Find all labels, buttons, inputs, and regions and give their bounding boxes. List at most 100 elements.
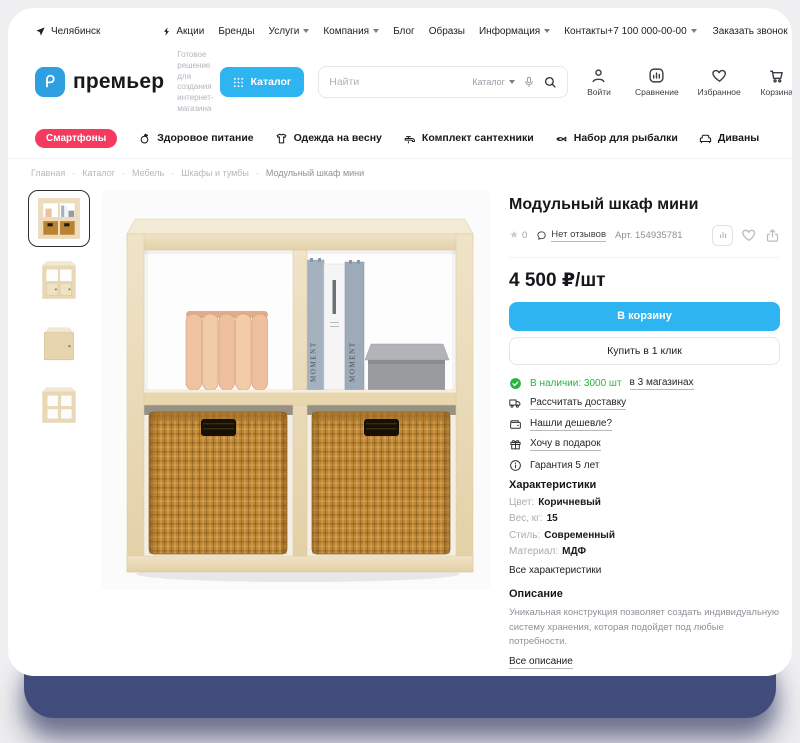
faucet-icon [403, 132, 416, 145]
grid-icon [233, 77, 244, 88]
all-specs-link[interactable]: Все характеристики [509, 565, 601, 576]
delivery-link[interactable]: Рассчитать доставку [530, 397, 626, 410]
availability-row: В наличии: 3000 шт в 3 магазинах [509, 377, 780, 390]
breadcrumb: Главная · Каталог · Мебель · Шкафы и тум… [8, 159, 792, 186]
product-section: MOMENT MOMENT [8, 186, 792, 676]
category-pill-smartphones[interactable]: Смартфоны [35, 129, 117, 148]
wicker-basket-right [312, 412, 450, 554]
rating: 0 [509, 230, 527, 241]
star-icon [509, 230, 519, 240]
spec-row-color: Цвет:Коричневый [509, 497, 780, 508]
product-price: 4 500 ₽/шт [509, 269, 780, 292]
breadcrumb-current: Модульный шкаф мини [266, 168, 364, 178]
product-info-list: В наличии: 3000 шт в 3 магазинах Рассчит… [509, 377, 780, 472]
nav-item-looks[interactable]: Образы [429, 26, 465, 37]
logo[interactable]: премьер [35, 67, 164, 97]
cart-button[interactable]: Корзина [760, 67, 792, 97]
book-spine-text: MOMENT [310, 341, 318, 382]
specs-title: Характеристики [509, 479, 780, 491]
nav-item-promos[interactable]: Акции [162, 26, 204, 37]
buy-one-click-button[interactable]: Купить в 1 клик [509, 337, 780, 365]
nav-item-company[interactable]: Компания [323, 26, 379, 37]
search-icon[interactable] [543, 75, 557, 89]
description-title: Описание [509, 588, 780, 600]
add-to-cart-button[interactable]: В корзину [509, 302, 780, 331]
ribbed-box [186, 311, 268, 390]
callback-link[interactable]: Заказать звонок [713, 26, 788, 37]
heart-icon[interactable] [741, 227, 757, 243]
catalog-button[interactable]: Каталог [220, 67, 305, 97]
breadcrumb-cabinets[interactable]: Шкафы и тумбы [181, 168, 249, 178]
nav-item-info[interactable]: Информация [479, 26, 550, 37]
product-sku: Арт. 154935781 [615, 230, 683, 241]
shelf-illustration: MOMENT MOMENT [101, 190, 491, 590]
heart-icon [711, 67, 728, 84]
logo-text: премьер [73, 70, 164, 94]
reviews-link[interactable]: Нет отзывов [536, 229, 606, 242]
thumbnail-1[interactable] [28, 190, 90, 247]
breadcrumb-home[interactable]: Главная [31, 168, 65, 178]
category-row: Смартфоны Здоровое питание Одежда на вес… [8, 121, 792, 159]
location-icon [35, 26, 46, 37]
site-card: Челябинск Акции Бренды Услуги Компания Б… [8, 8, 792, 676]
favorites-button[interactable]: Избранное [698, 67, 741, 97]
thumbnail-2[interactable] [28, 252, 90, 309]
gift-icon [509, 438, 522, 451]
book-spine-text: MOMENT [349, 341, 357, 382]
product-title: Модульный шкаф мини [509, 196, 780, 214]
lightning-icon [162, 26, 172, 37]
page: Челябинск Акции Бренды Услуги Компания Б… [0, 0, 800, 743]
header-tagline: Готовое решение для создания интернет-ма… [177, 50, 213, 115]
found-cheaper-link[interactable]: Нашли дешевле? [530, 418, 612, 431]
search-bar: Каталог [318, 66, 568, 98]
stock-status: В наличии: 3000 шт [530, 378, 622, 389]
sofa-icon [699, 132, 712, 145]
header-actions: Войти Сравнение Из [582, 67, 792, 97]
chevron-down-icon [691, 29, 697, 33]
wicker-basket-left [149, 412, 287, 554]
share-icon[interactable] [765, 228, 780, 243]
nav-item-contacts[interactable]: Контакты [564, 26, 607, 37]
cart-icon [768, 67, 785, 84]
logo-icon [35, 67, 65, 97]
all-description-link[interactable]: Все описание [509, 656, 573, 669]
info-circle-icon [509, 459, 522, 472]
chat-bubble-icon [536, 230, 547, 241]
check-circle-icon [509, 377, 522, 390]
chevron-down-icon [544, 29, 550, 33]
phone-number[interactable]: +7 100 000-00-00 [607, 26, 696, 37]
login-button[interactable]: Войти [582, 67, 616, 97]
thumbnail-3[interactable] [28, 314, 90, 371]
tshirt-icon [275, 132, 288, 145]
breadcrumb-catalog[interactable]: Каталог [82, 168, 115, 178]
fish-icon [555, 132, 568, 145]
product-image[interactable]: MOMENT MOMENT [101, 190, 491, 590]
category-spring-clothes[interactable]: Одежда на весну [275, 132, 382, 145]
warranty-row: Гарантия 5 лет [509, 459, 780, 472]
breadcrumb-furniture[interactable]: Мебель [132, 168, 164, 178]
category-plumbing-kit[interactable]: Комплект сантехники [403, 132, 534, 145]
gift-link[interactable]: Хочу в подарок [530, 438, 601, 451]
description-text: Уникальная конструкция позволяет создать… [509, 606, 780, 649]
compare-button[interactable]: Сравнение [635, 67, 679, 97]
microphone-icon[interactable] [523, 76, 535, 88]
specs-section: Характеристики Цвет:Коричневый Вес, кг:1… [509, 479, 780, 576]
category-fishing-set[interactable]: Набор для рыбалки [555, 132, 678, 145]
warranty-text: Гарантия 5 лет [530, 460, 599, 471]
search-scope-selector[interactable]: Каталог [472, 77, 515, 87]
category-healthy-food[interactable]: Здоровое питание [138, 132, 253, 145]
topbar: Челябинск Акции Бренды Услуги Компания Б… [8, 8, 792, 38]
storage-box [365, 344, 449, 390]
thumbnail-4[interactable] [28, 376, 90, 433]
stores-link[interactable]: в 3 магазинах [630, 377, 694, 390]
category-sofas[interactable]: Диваны [699, 132, 759, 145]
nav-item-blog[interactable]: Блог [393, 26, 415, 37]
nav-item-brands[interactable]: Бренды [218, 26, 254, 37]
search-input[interactable] [329, 76, 464, 88]
header: премьер Готовое решение для создания инт… [8, 38, 792, 121]
topbar-right: +7 100 000-00-00 Заказать звонок [607, 24, 792, 38]
city-selector[interactable]: Челябинск [35, 26, 100, 37]
product-actions [712, 225, 780, 246]
nav-item-services[interactable]: Услуги [269, 26, 310, 37]
compare-icon[interactable] [712, 225, 733, 246]
